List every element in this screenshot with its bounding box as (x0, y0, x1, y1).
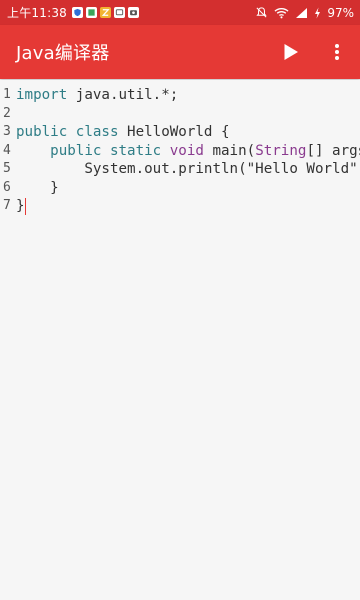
box-icon (85, 7, 97, 18)
code-text: public class HelloWorld { (16, 123, 230, 142)
code-token: java.util.*; (67, 87, 179, 103)
code-token: } (16, 198, 25, 214)
charging-icon (314, 7, 321, 19)
code-token: void (169, 142, 204, 159)
overflow-menu-button[interactable] (324, 39, 350, 65)
code-token: class (75, 124, 119, 140)
code-text: } (16, 179, 59, 198)
code-line: 4 public static void main(String[] args)… (0, 142, 360, 161)
code-token: import (16, 87, 68, 103)
code-text: System.out.println("Hello World"); (16, 160, 360, 179)
code-token: [] args) { (306, 142, 360, 159)
status-time: 上午11:38 (7, 6, 67, 20)
status-bar: 上午11:38 97% (0, 0, 360, 25)
code-line: 6 } (0, 179, 360, 198)
code-text: public static void main(String[] args) { (16, 142, 360, 161)
play-icon (284, 44, 298, 60)
code-token: public (50, 142, 102, 159)
line-number: 2 (3, 105, 11, 121)
code-lines: 1 import java.util.*; 2 3 public class Hello… (0, 86, 360, 216)
line-number: 4 (3, 142, 11, 158)
muted-bell-icon (255, 6, 268, 19)
message-icon (113, 7, 125, 18)
code-token: public (16, 124, 68, 140)
shield-icon (71, 7, 83, 18)
code-token: } (16, 179, 59, 196)
code-token: HelloWorld { (118, 124, 230, 140)
code-line: 3 public class HelloWorld { (0, 123, 360, 142)
code-token: System.out.println("Hello World"); (16, 161, 360, 177)
status-right: 97% (255, 6, 354, 20)
more-vertical-icon (335, 44, 339, 60)
toolbar-actions (278, 39, 350, 65)
line-number: 5 (3, 161, 11, 176)
signal-icon (295, 7, 308, 19)
app-window: 上午11:38 97% Java编译器 1 import java.util.*… (0, 0, 360, 600)
code-line: 5 System.out.println("Hello World"); (0, 160, 360, 179)
code-text: } (16, 197, 27, 216)
run-button[interactable] (278, 39, 304, 65)
camera-icon (127, 7, 139, 18)
code-text: import java.util.*; (16, 86, 178, 105)
toolbar: Java编译器 (0, 25, 360, 79)
battery-percentage: 97% (327, 5, 354, 20)
code-token: main( (203, 142, 256, 159)
notification-icons (71, 7, 139, 18)
code-line: 7} (0, 197, 360, 216)
wifi-icon (274, 7, 289, 19)
line-number: 7 (3, 198, 11, 213)
line-number: 1 (3, 87, 11, 102)
z-icon (99, 7, 111, 18)
line-number: 6 (3, 179, 11, 195)
status-left: 上午11:38 (7, 4, 139, 21)
code-line: 1 import java.util.*; (0, 86, 360, 105)
code-line: 2 (0, 105, 360, 124)
code-editor[interactable]: 1 import java.util.*; 2 3 public class Hello… (0, 80, 360, 600)
line-number: 3 (3, 124, 11, 139)
app-title: Java编译器 (16, 43, 110, 64)
text-cursor (24, 197, 27, 215)
code-token: String (255, 142, 307, 159)
code-token: static (109, 142, 162, 159)
